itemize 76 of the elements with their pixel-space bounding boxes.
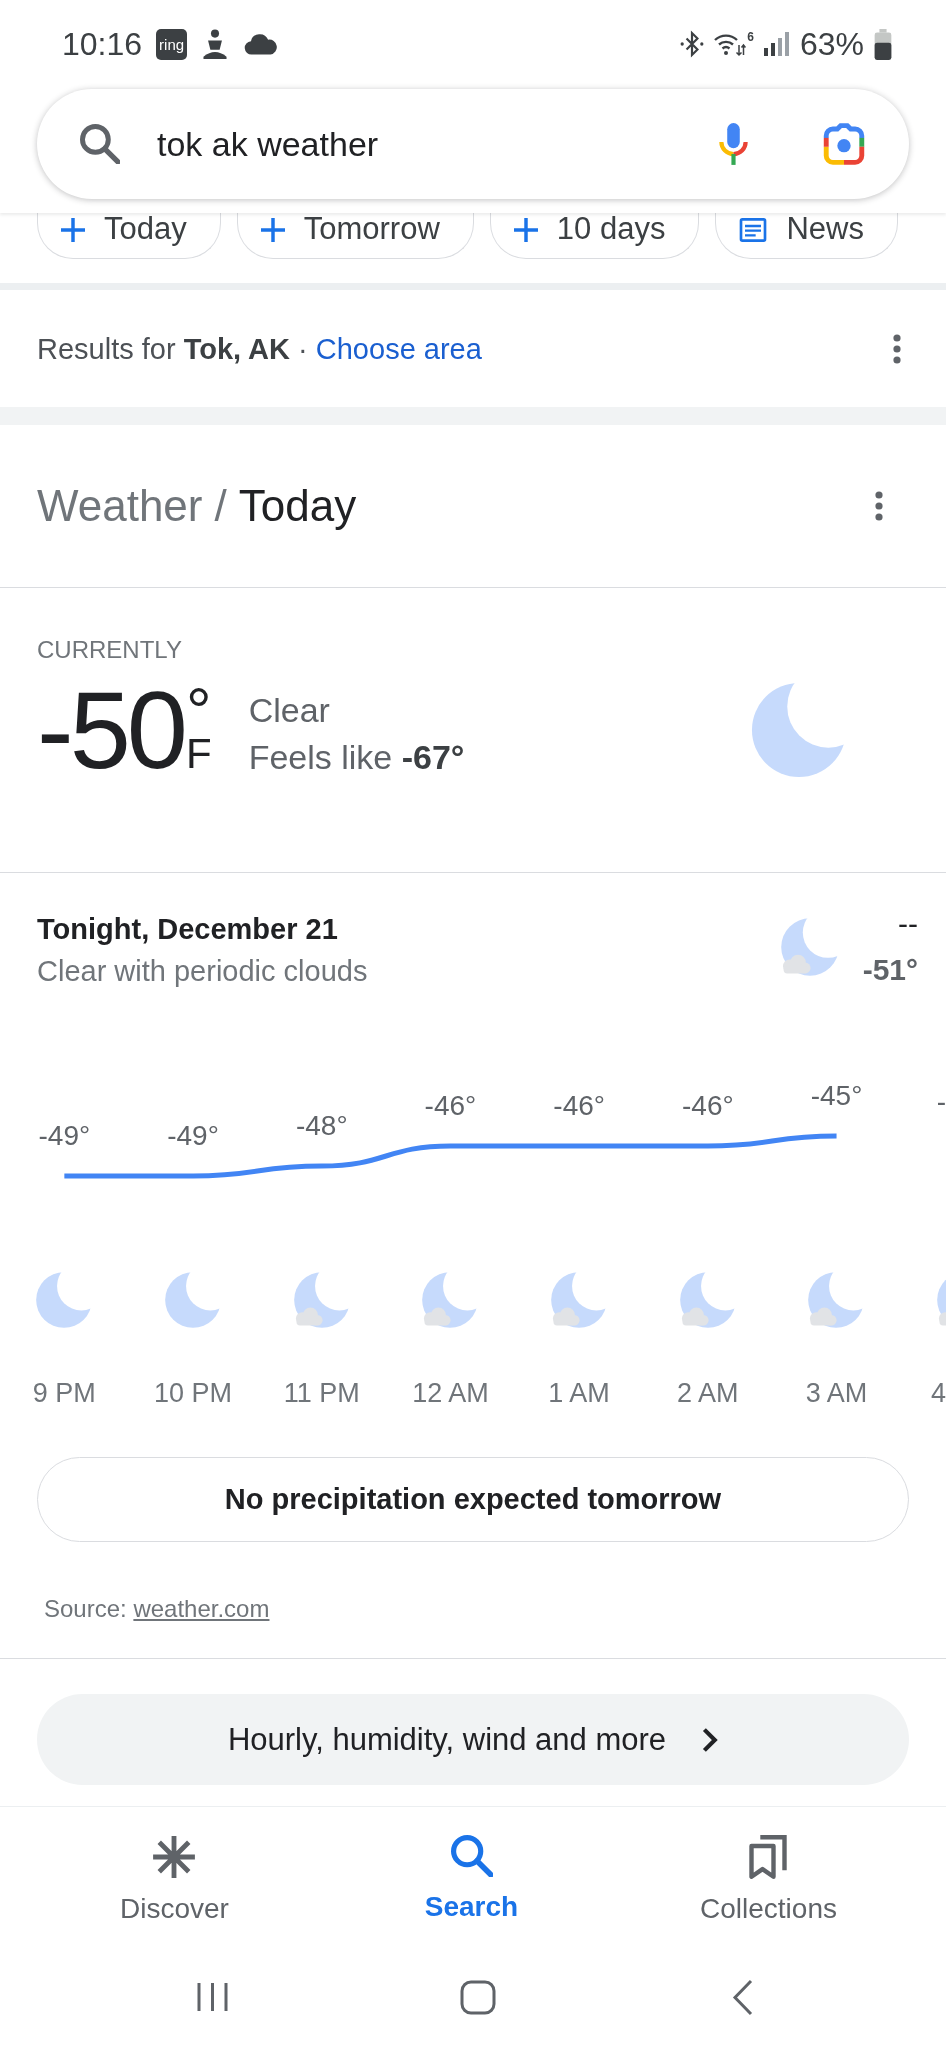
source-text: Source: weather.com [44,1595,270,1623]
source-link[interactable]: weather.com [133,1595,270,1622]
cut-off-hour-label: 4 [930,1377,946,1409]
chevron-right-icon [702,1726,719,1753]
wifi-label: 6 [747,31,754,43]
app-badge: ring [156,28,188,60]
filter-chip[interactable]: News [715,213,898,259]
microphone-icon[interactable] [717,121,750,167]
cloud-icon [243,33,279,55]
bookmarks-icon [749,1835,788,1879]
feels-like-text: Feels like -67° [248,737,465,777]
filter-chip[interactable]: Today [37,213,221,259]
temperature-label: -46° [424,1089,477,1121]
person-icon [201,29,230,59]
asterisk-icon [152,1835,197,1879]
battery-percent: 63% [799,26,864,62]
current-temperature: -50 [37,675,184,785]
bottom-nav-tab[interactable]: Collections [694,1807,843,1922]
moon-cloud-icon [550,1271,609,1329]
hour-label: 1 AM [548,1377,610,1409]
recents-icon[interactable] [196,1981,229,2013]
temperature-label: -49° [167,1119,219,1151]
back-icon[interactable] [731,1978,754,2016]
wifi-icon [714,31,747,57]
moon-cloud-icon [807,1271,866,1329]
dots-icon [893,333,901,364]
plus-icon [61,218,85,242]
search-input[interactable]: tok ak weather [157,122,697,166]
home-icon[interactable] [459,1979,496,2015]
tonight-title: Tonight, December 21 [37,912,339,946]
breadcrumb-separator: / [214,480,227,532]
status-time: 10:16 [62,26,143,62]
breadcrumb-item[interactable]: Weather [37,480,203,532]
dots-icon [875,491,883,521]
low-temperature: -51° [862,953,918,987]
filter-chip[interactable]: Tomorrow [236,213,474,259]
signal-icon [763,32,790,56]
hour-label: 12 AM [412,1377,489,1409]
more-details-button[interactable]: Hourly, humidity, wind and more [37,1694,909,1785]
filter-chip[interactable]: 10 days [489,213,700,259]
moon-cloud-icon [678,1271,737,1329]
hour-label: 3 AM [805,1377,868,1409]
plus-icon [260,218,285,242]
temperature-unit: F [186,733,212,775]
search-icon [450,1835,493,1877]
bluetooth-icon [680,30,705,58]
temperature-label: -49° [38,1119,91,1151]
tonight-summary: Clear with periodic clouds [37,954,368,988]
currently-label: CURRENTLY [37,636,183,664]
hour-label: 11 PM [283,1377,360,1409]
temperature-label: -45° [810,1080,863,1111]
hour-label: 10 PM [154,1377,233,1409]
hour-label: 9 PM [32,1377,96,1409]
hour-label: 2 AM [677,1377,739,1409]
cut-off-temperature-label: - [936,1085,946,1117]
moon-cloud-icon [292,1271,351,1329]
plus-icon [513,218,538,242]
bottom-nav-tab[interactable]: Search [418,1807,525,1922]
choose-area-link[interactable]: Choose area [315,332,482,365]
high-temperature: -- [898,907,918,941]
newspaper-icon [739,218,768,242]
temperature-label: -46° [682,1089,734,1121]
moon-icon [35,1271,94,1329]
bottom-nav-tab[interactable]: Discover [114,1807,235,1922]
breadcrumb-item[interactable]: Today [238,480,357,532]
search-bar[interactable]: tok ak weather [37,89,909,199]
battery-icon [874,28,892,60]
moon-icon [164,1271,223,1329]
results-location-text: Results for Tok, AK · Choose area [37,331,482,366]
precipitation-button[interactable]: No precipitation expected tomorrow [37,1457,909,1542]
temperature-label: -46° [553,1089,605,1121]
temperature-label: -48° [295,1109,348,1141]
moon-cloud-icon [421,1271,480,1329]
moon-cloud-icon [779,917,840,977]
condition-text: Clear [248,690,331,730]
search-icon [80,124,120,164]
